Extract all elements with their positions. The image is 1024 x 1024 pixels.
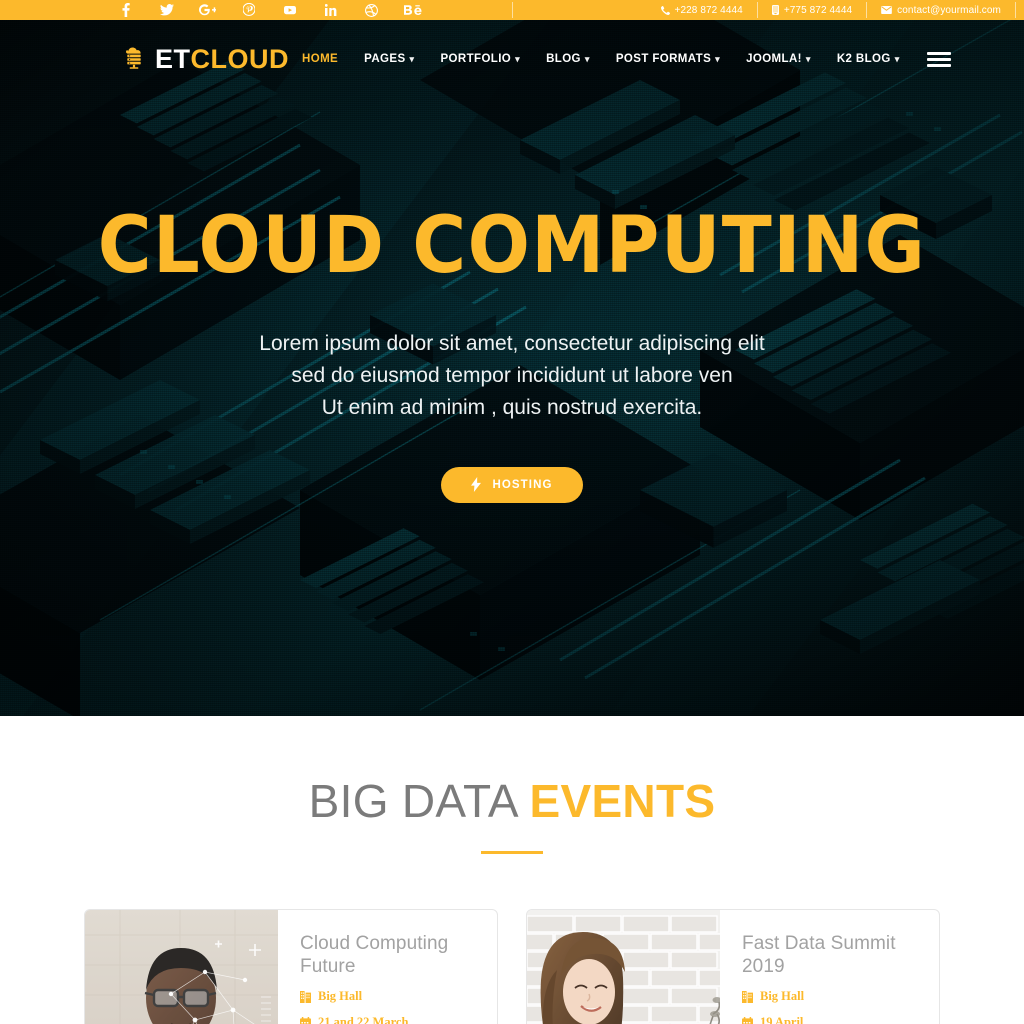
pinterest-icon[interactable] <box>228 0 269 20</box>
hero-subtitle-line-1: Lorem ipsum dolor sit amet, consectetur … <box>259 331 765 355</box>
hero-subtitle-line-2: sed do eiusmod tempor incididunt ut labo… <box>291 363 733 387</box>
nav-item-k2-blog[interactable]: K2 BLOG ▾ <box>824 39 913 79</box>
bolt-icon <box>471 477 482 493</box>
phone-contact[interactable]: +228 872 4444 <box>647 0 757 20</box>
linkedin-icon[interactable] <box>310 0 351 20</box>
hamburger-menu-icon[interactable] <box>926 44 951 74</box>
event-card[interactable]: Cloud Computing Future Big Hall 21 and 2… <box>84 909 498 1024</box>
cloud-server-icon <box>121 44 147 75</box>
building-icon <box>742 990 753 1003</box>
hero-subtitle-line-3: Ut enim ad minim , quis nostrud exercita… <box>321 395 703 419</box>
email-contact[interactable]: contact@yourmail.com <box>867 0 1015 20</box>
man-touching-network-graphic <box>85 910 278 1024</box>
events-title-bold: EVENTS <box>529 775 716 827</box>
contact-separator-3 <box>1015 2 1016 18</box>
events-section: BIG DATA EVENTS Cloud Computing Future B… <box>0 716 1024 1024</box>
social-links <box>105 0 433 20</box>
chevron-down-icon: ▾ <box>409 53 415 64</box>
mobile-icon <box>771 5 779 15</box>
chevron-down-icon: ▾ <box>894 53 900 64</box>
nav-label-home: HOME <box>302 53 339 65</box>
phone-number: +228 872 4444 <box>674 4 743 16</box>
event-title: Cloud Computing Future <box>300 933 449 978</box>
event-title: Fast Data Summit 2019 <box>742 933 896 978</box>
hamburger-bar <box>926 57 951 61</box>
chevron-down-icon: ▾ <box>584 53 590 64</box>
phone-icon <box>660 5 670 15</box>
event-date-label: 21 and 22 March <box>318 1015 409 1024</box>
hamburger-bar <box>926 51 951 55</box>
logo-secondary-text: CLOUD <box>190 43 290 74</box>
events-card-list: Cloud Computing Future Big Hall 21 and 2… <box>0 909 1024 1024</box>
section-heading: BIG DATA EVENTS <box>0 778 1024 854</box>
email-address: contact@yourmail.com <box>897 4 1001 16</box>
event-date-label: 19 April <box>760 1015 804 1024</box>
nav-item-joomla[interactable]: JOOMLA! ▾ <box>733 39 824 79</box>
nav-label-joomla: JOOMLA! <box>746 53 802 65</box>
youtube-icon[interactable] <box>269 0 310 20</box>
hero-section: ETCLOUD HOME PAGES ▾ PORTFOLIO ▾ BLOG ▾ … <box>0 20 1024 716</box>
event-venue: Big Hall <box>742 989 923 1004</box>
top-bar: +228 872 4444 +775 872 4444 contact@your… <box>0 0 1024 20</box>
nav-label-portfolio: PORTFOLIO <box>440 53 512 65</box>
topbar-divider <box>512 2 513 18</box>
event-venue-label: Big Hall <box>760 989 805 1004</box>
nav-item-pages[interactable]: PAGES ▾ <box>351 39 427 79</box>
site-header: ETCLOUD HOME PAGES ▾ PORTFOLIO ▾ BLOG ▾ … <box>0 20 1024 98</box>
nav-label-pages: PAGES <box>364 53 406 65</box>
nav-label-blog: BLOG <box>546 53 581 65</box>
behance-icon[interactable] <box>392 0 433 20</box>
calendar-icon <box>300 1016 311 1024</box>
event-venue: Big Hall <box>300 989 481 1004</box>
smiling-woman-brick-wall <box>527 910 720 1024</box>
facebook-icon[interactable] <box>105 0 146 20</box>
mobile-number: +775 872 4444 <box>783 4 853 16</box>
envelope-icon <box>881 6 892 14</box>
hosting-button[interactable]: HOSTING <box>441 466 583 503</box>
chevron-down-icon: ▾ <box>515 53 521 64</box>
event-date: 21 and 22 March <box>300 1015 481 1024</box>
event-date: 19 April <box>742 1015 923 1024</box>
contact-info: +228 872 4444 +775 872 4444 contact@your… <box>647 0 1016 20</box>
twitter-icon[interactable] <box>146 0 187 20</box>
nav-item-post-formats[interactable]: POST FORMATS ▾ <box>603 39 733 79</box>
events-title: BIG DATA EVENTS <box>0 778 1024 824</box>
calendar-icon <box>742 1016 753 1024</box>
nav-item-home[interactable]: HOME <box>289 39 351 79</box>
events-title-light: BIG DATA <box>308 775 517 827</box>
chevron-down-icon: ▾ <box>805 53 811 64</box>
event-venue-label: Big Hall <box>318 989 363 1004</box>
hero-title: CLOUD COMPUTING <box>97 201 927 291</box>
event-card-body: Cloud Computing Future Big Hall 21 and 2… <box>278 910 497 1024</box>
event-card[interactable]: Fast Data Summit 2019 Big Hall 19 April … <box>526 909 940 1024</box>
site-logo[interactable]: ETCLOUD <box>121 44 289 75</box>
hamburger-bar <box>926 63 951 67</box>
hero-content: CLOUD COMPUTING Lorem ipsum dolor sit am… <box>0 201 1024 503</box>
nav-item-blog[interactable]: BLOG ▾ <box>533 39 603 79</box>
google-plus-icon[interactable] <box>187 0 228 20</box>
section-underline <box>481 851 543 854</box>
dribbble-icon[interactable] <box>351 0 392 20</box>
nav-label-k2-blog: K2 BLOG <box>836 53 891 65</box>
hero-cta-wrap: HOSTING <box>0 466 1024 503</box>
mobile-contact[interactable]: +775 872 4444 <box>758 0 866 20</box>
main-navigation: HOME PAGES ▾ PORTFOLIO ▾ BLOG ▾ POST FOR… <box>289 39 951 79</box>
nav-label-post-formats: POST FORMATS <box>615 53 712 65</box>
nav-item-portfolio[interactable]: PORTFOLIO ▾ <box>427 39 533 79</box>
hero-subtitle: Lorem ipsum dolor sit amet, consectetur … <box>0 328 1024 424</box>
logo-primary-text: ET <box>155 43 191 74</box>
event-card-body: Fast Data Summit 2019 Big Hall 19 April … <box>720 910 939 1024</box>
building-icon <box>300 990 311 1003</box>
chevron-down-icon: ▾ <box>715 53 721 64</box>
hosting-button-label: HOSTING <box>492 478 553 491</box>
